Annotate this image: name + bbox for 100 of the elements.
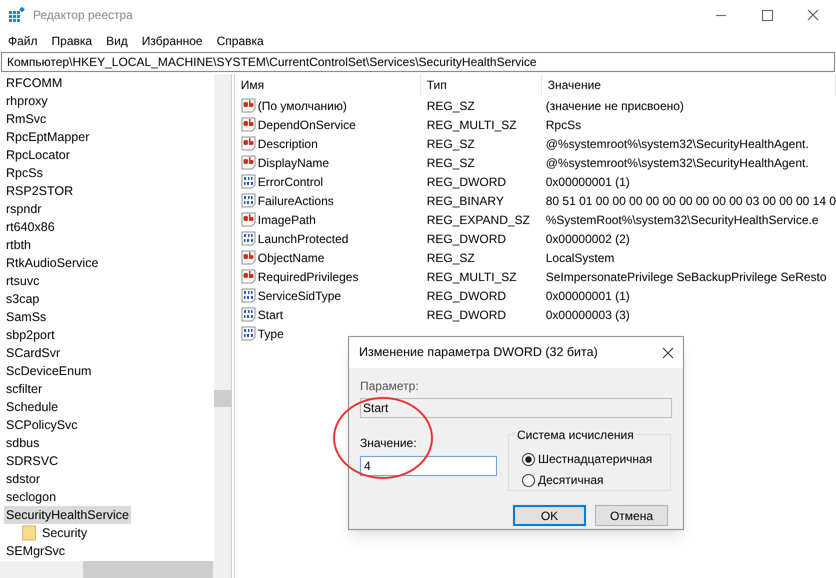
- tree-item[interactable]: ScDeviceEnum: [4, 362, 94, 380]
- value-name[interactable]: (По умолчанию): [258, 96, 347, 114]
- column-header[interactable]: Значение: [542, 74, 836, 96]
- tree-item[interactable]: RmSvc: [4, 110, 48, 128]
- dialog-title: Изменение параметра DWORD (32 бита): [359, 344, 598, 362]
- menu-item[interactable]: Файл: [8, 32, 38, 50]
- value-name[interactable]: Start: [258, 306, 284, 324]
- radio-button[interactable]: [522, 474, 535, 486]
- table-cell-text: REG_DWORD: [426, 288, 508, 304]
- window-title: Редактор реестра: [33, 7, 133, 24]
- table-cell-text: SeImpersonatePrivilege SeBackupPrivilege SeResto: [544, 268, 828, 286]
- tree-item[interactable]: SEMgrSvc: [4, 542, 68, 560]
- binary-value-icon: [240, 193, 256, 208]
- tree-item[interactable]: seclogon: [4, 488, 58, 506]
- tree-item[interactable]: rtbth: [4, 236, 34, 254]
- menu-item[interactable]: Вид: [106, 32, 128, 50]
- column-header[interactable]: Тип: [420, 74, 542, 96]
- string-value-icon: [240, 155, 256, 170]
- tree-item[interactable]: RpcEptMapper: [4, 128, 92, 146]
- tree-item[interactable]: RtkAudioService: [4, 254, 100, 272]
- tree-item[interactable]: sdbus: [4, 434, 42, 452]
- table-cell-text: RpcSs: [544, 116, 582, 134]
- tree-item[interactable]: SCardSvr: [4, 344, 62, 362]
- table-cell-text: LocalSystem: [544, 250, 616, 266]
- table-cell-text: 0x00000001 (1): [544, 288, 631, 304]
- address-field[interactable]: Компьютер\HKEY_LOCAL_MACHINE\SYSTEM\CurrentControlSet\Services\SecurityHealthService: [1, 52, 835, 72]
- value-name[interactable]: DependOnService: [258, 116, 356, 134]
- column-header[interactable]: Имя: [234, 74, 421, 96]
- menu-item[interactable]: Правка: [52, 32, 92, 50]
- tree-item[interactable]: RpcSs: [4, 164, 45, 182]
- table-cell-text: @%systemroot%\system32\SecurityHealthAgent.: [544, 154, 810, 172]
- tree-item[interactable]: RSP2STOR: [4, 182, 76, 200]
- tree-item[interactable]: RpcLocator: [4, 146, 72, 164]
- menu-item[interactable]: Справка: [216, 32, 264, 50]
- radio-label[interactable]: Десятичная: [538, 471, 604, 489]
- string-value-icon: [240, 98, 256, 113]
- value-name[interactable]: Type: [258, 324, 284, 342]
- string-value-icon: [240, 250, 256, 265]
- table-cell-text: REG_SZ: [426, 250, 476, 266]
- value-name[interactable]: Description: [258, 134, 318, 152]
- binary-value-icon: [240, 231, 256, 246]
- tree-item[interactable]: RFCOMM: [4, 74, 64, 92]
- table-cell-text: REG_EXPAND_SZ: [426, 212, 531, 228]
- table-cell-text: REG_MULTI_SZ: [426, 268, 518, 286]
- string-value-icon: [240, 117, 256, 132]
- tree-item[interactable]: SCPolicySvc: [4, 416, 80, 434]
- table-cell-text: REG_DWORD: [426, 230, 508, 248]
- tree-item[interactable]: rhproxy: [4, 92, 50, 110]
- tree-item[interactable]: rt640x86: [4, 218, 57, 236]
- table-cell-text: (значение не присвоено): [544, 98, 685, 114]
- table-cell-text: REG_DWORD: [426, 174, 508, 190]
- table-cell-text: REG_MULTI_SZ: [426, 116, 518, 134]
- tree-item[interactable]: Security: [40, 524, 90, 542]
- value-name[interactable]: ImagePath: [258, 210, 316, 228]
- string-value-icon: [240, 136, 256, 151]
- tree-item[interactable]: sdstor: [4, 470, 42, 488]
- tree-item[interactable]: rspndr: [4, 200, 44, 218]
- table-cell-text: REG_DWORD: [426, 306, 508, 324]
- binary-value-icon: [240, 288, 256, 303]
- dialog-button[interactable]: OK: [513, 505, 586, 526]
- string-value-icon: [240, 212, 256, 227]
- value-name[interactable]: ErrorControl: [258, 172, 324, 190]
- tree-item[interactable]: s3cap: [4, 290, 42, 308]
- table-cell-text: @%systemroot%\system32\SecurityHealthAgent.: [544, 136, 810, 152]
- field-label: Значение:: [360, 435, 418, 452]
- value-name[interactable]: LaunchProtected: [258, 230, 348, 248]
- value-name[interactable]: FailureActions: [258, 192, 334, 210]
- radio-button[interactable]: [522, 452, 535, 466]
- tree-item[interactable]: SecurityHealthService: [4, 506, 131, 524]
- binary-value-icon: [240, 307, 256, 322]
- tree-item[interactable]: rtsuvc: [4, 272, 42, 290]
- value-name[interactable]: ObjectName: [258, 248, 324, 266]
- value-name[interactable]: DisplayName: [258, 154, 330, 172]
- field-label: Параметр:: [360, 378, 420, 395]
- table-cell-text: REG_SZ: [426, 98, 476, 114]
- menu-item[interactable]: Избранное: [142, 32, 203, 50]
- table-cell-text: REG_SZ: [426, 154, 476, 172]
- horizontal-scrollbar[interactable]: [0, 561, 231, 578]
- tree-item[interactable]: sbp2port: [4, 326, 57, 344]
- binary-value-icon: [240, 174, 256, 189]
- value-name[interactable]: ServiceSidType: [258, 286, 342, 304]
- dialog-button[interactable]: Отмена: [595, 505, 668, 526]
- string-value-icon: [240, 269, 256, 284]
- binary-value-icon: [240, 326, 256, 341]
- table-cell-text: 0x00000001 (1): [544, 174, 631, 190]
- radio-label[interactable]: Шестнадцатеричная: [538, 450, 652, 468]
- tree-item[interactable]: SamSs: [4, 308, 48, 326]
- value-field[interactable]: 4: [360, 456, 497, 476]
- value-name[interactable]: RequiredPrivileges: [258, 268, 358, 286]
- table-cell-text: %SystemRoot%\system32\SecurityHealthService.e: [544, 212, 820, 228]
- vertical-scrollbar[interactable]: [214, 74, 231, 561]
- tree-item[interactable]: scfilter: [4, 380, 44, 398]
- table-cell-text: 80 51 01 00 00 00 00 00 00 00 00 00 03 00 00 00 14 0: [544, 192, 836, 210]
- table-cell-text: 0x00000002 (2): [544, 230, 631, 248]
- table-cell-text: REG_BINARY: [426, 192, 505, 210]
- table-cell-text: 0x00000003 (3): [544, 306, 631, 324]
- tree-item[interactable]: Schedule: [4, 398, 60, 416]
- registry-app-icon: [9, 7, 25, 23]
- folder-icon: [22, 525, 36, 541]
- tree-item[interactable]: SDRSVC: [4, 452, 60, 470]
